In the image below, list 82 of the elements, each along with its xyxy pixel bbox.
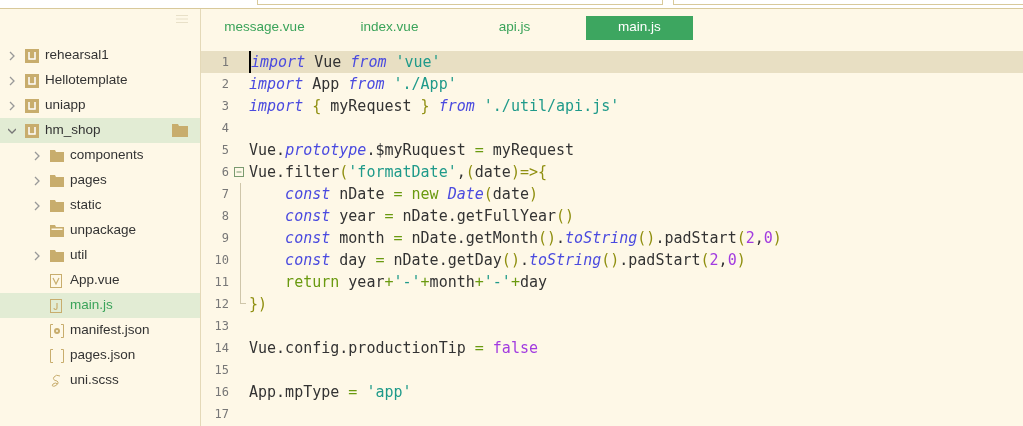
folder-icon bbox=[50, 149, 64, 162]
code-line: import Vue from 'vue' bbox=[249, 50, 441, 74]
code-line: App.mpType = 'app' bbox=[249, 381, 412, 403]
code-line: Vue.prototype.$myRuquest = myRequest bbox=[249, 139, 575, 161]
line-number: 15 bbox=[213, 362, 229, 379]
item-label: uniapp bbox=[45, 96, 86, 115]
js-file-icon bbox=[50, 298, 62, 313]
line-number: 8 bbox=[220, 208, 229, 225]
code-line: const nDate = new Date(date) bbox=[285, 183, 538, 205]
folder-icon bbox=[50, 174, 64, 187]
folder-icon bbox=[50, 224, 64, 237]
line-number: 11 bbox=[213, 274, 229, 291]
tree-item[interactable]: rehearsal1 bbox=[0, 43, 200, 68]
code-line: const month = nDate.getMonth().toString().padStart(2,0) bbox=[285, 227, 782, 249]
item-label: rehearsal1 bbox=[45, 46, 109, 65]
toolbar-field[interactable] bbox=[673, 0, 1023, 5]
project-icon bbox=[25, 73, 39, 88]
code-line: import { myRequest } from './util/api.js' bbox=[249, 95, 620, 117]
folder-icon bbox=[50, 199, 64, 212]
line-number: 3 bbox=[220, 98, 229, 115]
project-icon bbox=[25, 48, 39, 63]
item-label: main.js bbox=[70, 296, 113, 315]
chevron-right-icon[interactable] bbox=[33, 150, 41, 161]
line-number: 17 bbox=[213, 406, 229, 423]
code-line: const day = nDate.getDay().toString().padStart(2,0) bbox=[285, 249, 746, 271]
line-number: 6 bbox=[220, 164, 229, 181]
line-number: 12 bbox=[213, 296, 229, 313]
code-line: import App from './App' bbox=[249, 73, 457, 95]
vue-file-icon bbox=[50, 273, 62, 288]
tree-item[interactable]: uni.scss bbox=[0, 368, 200, 393]
item-label: util bbox=[70, 246, 88, 265]
code-line: const year = nDate.getFullYear() bbox=[285, 205, 575, 227]
folder-icon[interactable] bbox=[172, 124, 188, 137]
line-number: 10 bbox=[213, 252, 229, 269]
line-number: 14 bbox=[213, 340, 229, 357]
item-label: manifest.json bbox=[70, 321, 150, 340]
item-label: uni.scss bbox=[70, 371, 119, 390]
scss-file-icon bbox=[50, 373, 62, 388]
tree-item[interactable]: Hellotemplate bbox=[0, 68, 200, 93]
code-line: }) bbox=[249, 293, 268, 315]
tree-item[interactable]: components bbox=[0, 143, 200, 168]
toolbar-field[interactable] bbox=[257, 0, 663, 5]
item-label: unpackage bbox=[70, 221, 137, 240]
tree-item[interactable]: pages bbox=[0, 168, 200, 193]
code-line: Vue.filter('formatDate',(date)=>{ bbox=[249, 161, 548, 183]
chevron-right-icon[interactable] bbox=[33, 200, 41, 211]
chevron-right-icon[interactable] bbox=[33, 175, 41, 186]
project-icon bbox=[25, 123, 39, 138]
item-label: pages.json bbox=[70, 346, 136, 365]
tree-item[interactable]: pages.json bbox=[0, 343, 200, 368]
line-number: 4 bbox=[220, 120, 229, 137]
tree-item[interactable]: static bbox=[0, 193, 200, 218]
code-line: return year+'-'+month+'-'+day bbox=[285, 271, 547, 293]
item-label: pages bbox=[70, 171, 107, 190]
chevron-right-icon[interactable] bbox=[8, 50, 16, 61]
item-label: hm_shop bbox=[45, 121, 101, 140]
project-icon bbox=[25, 98, 39, 113]
code-line: Vue.config.productionTip = false bbox=[249, 337, 538, 359]
line-number: 5 bbox=[220, 142, 229, 159]
tree-item[interactable]: unpackage bbox=[0, 218, 200, 243]
collapse-icon[interactable] bbox=[234, 167, 244, 177]
tree-item[interactable]: util bbox=[0, 243, 200, 268]
settings-file-icon bbox=[50, 323, 64, 338]
line-number: 13 bbox=[213, 318, 229, 335]
item-label: App.vue bbox=[70, 271, 120, 290]
item-label: components bbox=[70, 146, 144, 165]
tree-item[interactable]: uniapp bbox=[0, 93, 200, 118]
line-number: 16 bbox=[213, 384, 229, 401]
line-number: 9 bbox=[220, 230, 229, 247]
tree-item[interactable]: App.vue bbox=[0, 268, 200, 293]
line-number: 7 bbox=[220, 186, 229, 203]
item-label: Hellotemplate bbox=[45, 71, 128, 90]
item-label: static bbox=[70, 196, 102, 215]
tree-item[interactable]: hm_shop bbox=[0, 118, 200, 143]
chevron-right-icon[interactable] bbox=[8, 100, 16, 111]
tree-item[interactable]: manifest.json bbox=[0, 318, 200, 343]
brackets-icon bbox=[50, 348, 64, 363]
line-number: 2 bbox=[220, 76, 229, 93]
line-number: 1 bbox=[220, 54, 229, 71]
chevron-right-icon[interactable] bbox=[8, 75, 16, 86]
folder-icon bbox=[50, 249, 64, 262]
chevron-right-icon[interactable] bbox=[33, 250, 41, 261]
